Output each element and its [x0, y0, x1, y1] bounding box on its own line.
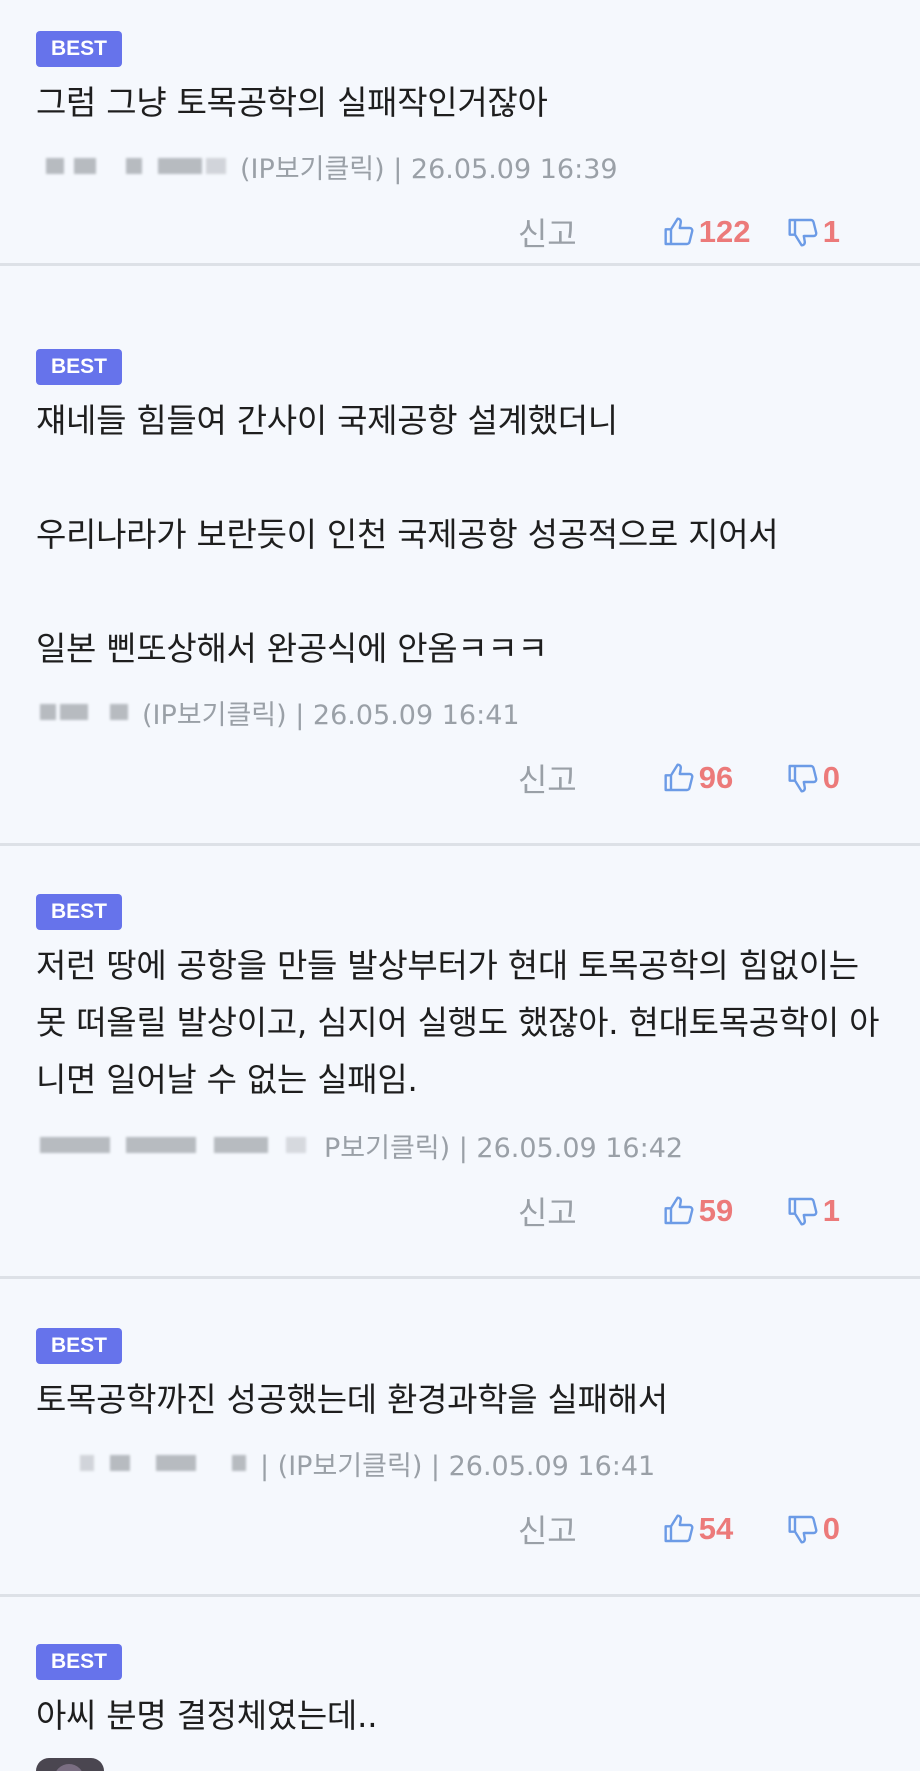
downvote-count: 1 — [822, 1193, 840, 1228]
downvote-count: 0 — [822, 760, 840, 795]
comment-ip-date[interactable]: | (IP보기클릭) | 26.05.09 16:41 — [260, 1444, 655, 1483]
thumbs-up-icon — [664, 1196, 694, 1225]
comment-item: BEST 토목공학까진 성공했는데 환경과학을 실패해서 | (IP보기클릭) … — [0, 1279, 920, 1597]
comment-text: 저런 땅에 공항을 만들 발상부터가 현대 토목공학의 힘없이는 못 떠올릴 발… — [36, 946, 880, 1099]
comment-text: 토목공학까진 성공했는데 환경과학을 실패해서 — [36, 1380, 668, 1419]
blurred-nickname[interactable] — [36, 1132, 316, 1158]
comment-actions: 신고 122 1 — [518, 210, 840, 254]
comment-meta: (IP보기클릭) | 26.05.09 16:41 — [36, 692, 520, 732]
best-badge: BEST — [36, 31, 122, 67]
thumbs-down-icon — [788, 764, 818, 793]
thumbs-down-icon — [788, 1515, 818, 1544]
best-badge: BEST — [36, 1644, 122, 1680]
comment-actions: 신고 54 0 — [518, 1507, 840, 1551]
blurred-nickname[interactable] — [36, 699, 134, 725]
downvote-button[interactable]: 0 — [787, 1511, 840, 1547]
comment-meta: | (IP보기클릭) | 26.05.09 16:41 — [36, 1443, 655, 1483]
comment-ip-date[interactable]: (IP보기클릭) | 26.05.09 16:39 — [240, 147, 618, 186]
upvote-count: 54 — [698, 1511, 734, 1546]
report-button[interactable]: 신고 — [518, 1506, 577, 1552]
thumbs-down-icon — [788, 218, 818, 247]
thumbs-up-icon — [664, 763, 694, 792]
blurred-nickname[interactable] — [36, 153, 232, 179]
best-badge: BEST — [36, 349, 122, 385]
comment-item: BEST 그럼 그냥 토목공학의 실패작인거잖아 (IP보기클릭) | 26.0… — [0, 0, 920, 266]
comment-ip-date[interactable]: (IP보기클릭) | 26.05.09 16:41 — [142, 693, 520, 732]
thumbs-down-icon — [788, 1197, 818, 1226]
comment-ip-date[interactable]: P보기클릭) | 26.05.09 16:42 — [324, 1126, 683, 1165]
upvote-count: 59 — [698, 1193, 734, 1228]
comment-text: 아씨 분명 결정체였는데.. — [36, 1696, 378, 1735]
upvote-button[interactable]: 96 — [663, 760, 753, 796]
thumbs-up-icon — [664, 1514, 694, 1543]
downvote-button[interactable]: 1 — [787, 1193, 840, 1229]
best-badge: BEST — [36, 894, 122, 930]
comment-meta: P보기클릭) | 26.05.09 16:42 — [36, 1125, 683, 1165]
upvote-button[interactable]: 59 — [663, 1193, 753, 1229]
blurred-nickname[interactable] — [36, 1450, 252, 1476]
thumbs-up-icon — [664, 217, 694, 246]
best-badge: BEST — [36, 1328, 122, 1364]
comment-text: 그럼 그냥 토목공학의 실패작인거잖아 — [36, 83, 548, 122]
avatar[interactable] — [36, 1758, 104, 1771]
upvote-count: 96 — [698, 760, 734, 795]
comment-item: BEST 쟤네들 힘들여 간사이 국제공항 설계했더니 우리나라가 보란듯이 인… — [0, 266, 920, 846]
comment-text: 쟤네들 힘들여 간사이 국제공항 설계했더니 우리나라가 보란듯이 인천 국제공… — [36, 401, 779, 668]
comment-actions: 신고 59 1 — [518, 1189, 840, 1233]
comment-item: BEST 아씨 분명 결정체였는데.. — [0, 1597, 920, 1771]
downvote-button[interactable]: 1 — [787, 214, 840, 250]
report-button[interactable]: 신고 — [518, 209, 577, 255]
upvote-button[interactable]: 122 — [663, 214, 753, 250]
upvote-count: 122 — [698, 214, 751, 249]
downvote-count: 0 — [822, 1511, 840, 1546]
downvote-button[interactable]: 0 — [787, 760, 840, 796]
comment-meta: (IP보기클릭) | 26.05.09 16:39 — [36, 146, 618, 186]
upvote-button[interactable]: 54 — [663, 1511, 753, 1547]
comment-item: BEST 저런 땅에 공항을 만들 발상부터가 현대 토목공학의 힘없이는 못 … — [0, 846, 920, 1279]
report-button[interactable]: 신고 — [518, 1188, 577, 1234]
report-button[interactable]: 신고 — [518, 755, 577, 801]
downvote-count: 1 — [822, 214, 840, 249]
comment-actions: 신고 96 0 — [518, 756, 840, 800]
